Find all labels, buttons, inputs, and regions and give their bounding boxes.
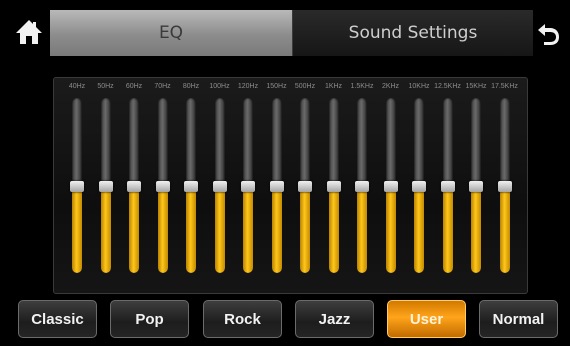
slider-thumb[interactable] [412,180,426,192]
preset-label: Pop [135,310,164,328]
back-button[interactable] [535,20,561,46]
band-freq-label: 10KHz [408,83,430,90]
preset-label: Classic [31,310,84,328]
band-freq-label: 40Hz [68,83,86,90]
slider-level-fill [214,185,225,273]
band-slider[interactable] [412,98,426,273]
slider-thumb[interactable] [127,180,141,192]
home-icon [16,20,42,44]
slider-level-fill [186,185,196,273]
slider-level-fill [271,185,282,273]
slider-thumb[interactable] [497,180,512,192]
band-freq-label: 12.5KHz [434,83,461,90]
preset-bar: Classic Pop Rock Jazz User Normal [0,300,570,340]
slider-level-fill [414,185,424,273]
slider-level-fill [499,185,510,273]
preset-label: Normal [492,310,545,328]
slider-thumb[interactable] [298,180,312,192]
home-button[interactable] [14,18,44,46]
band-slider[interactable] [269,98,284,273]
band-slider[interactable] [127,98,141,273]
band-freq-label: 120Hz [237,83,259,90]
band-freq-label: 100Hz [209,83,230,90]
slider-thumb[interactable] [241,180,255,192]
tab-sound-settings[interactable]: Sound Settings [292,10,533,56]
preset-pop-button[interactable]: Pop [110,300,189,338]
band-slider[interactable] [298,98,312,273]
band-freq-label: 70Hz [154,83,171,90]
slider-thumb[interactable] [70,180,84,192]
slider-level-fill [442,185,453,273]
slider-level-fill [357,185,367,273]
tab-eq-label: EQ [158,23,184,43]
band-slider[interactable] [70,98,84,273]
slider-level-fill [328,185,339,273]
back-arrow-icon [538,24,559,45]
band-slider[interactable] [155,98,170,273]
band-slider[interactable] [326,98,341,273]
slider-level-fill [471,185,481,273]
top-bar: EQ Sound Settings [0,0,570,68]
band-freq-label: 17.5KHz [491,83,518,90]
slider-thumb[interactable] [383,180,398,192]
preset-rock-button[interactable]: Rock [203,300,282,338]
slider-level-fill [157,185,168,273]
preset-label: Jazz [318,310,351,328]
band-slider[interactable] [355,98,369,273]
band-freq-label: 2KHz [381,83,400,90]
band-freq-label: 1.5KHz [350,83,374,90]
band-slider[interactable] [469,98,483,273]
slider-thumb[interactable] [355,180,369,192]
band-freq-label: 50Hz [97,83,114,90]
band-slider[interactable] [497,98,512,273]
band-freq-label: 500Hz [294,83,316,90]
preset-classic-button[interactable]: Classic [18,300,97,338]
tab-sound-settings-label: Sound Settings [348,23,478,43]
band-slider[interactable] [383,98,398,273]
preset-label: User [409,310,444,328]
band-freq-label: 15KHz [465,83,487,90]
slider-thumb[interactable] [269,180,284,192]
preset-user-button[interactable]: User [387,300,466,338]
band-slider[interactable] [212,98,227,273]
slider-level-fill [129,185,139,273]
slider-thumb[interactable] [440,180,455,192]
band-slider[interactable] [184,98,198,273]
slider-thumb[interactable] [212,180,227,192]
equalizer-panel: 40Hz 50Hz 60Hz 70Hz 80Hz 100Hz 120Hz 150Hz 500Hz… [53,77,528,294]
band-freq-label: 80Hz [182,83,200,90]
band-slider[interactable] [440,98,455,273]
slider-level-fill [100,185,111,273]
slider-level-fill [300,185,310,273]
band-freq-label: 150Hz [266,83,287,90]
preset-jazz-button[interactable]: Jazz [295,300,374,338]
band-freq-label: 60Hz [125,83,143,90]
slider-thumb[interactable] [326,180,341,192]
slider-thumb[interactable] [98,180,113,192]
slider-thumb[interactable] [155,180,170,192]
slider-thumb[interactable] [184,180,198,192]
tab-eq[interactable]: EQ [50,10,292,56]
band-slider[interactable] [241,98,255,273]
slider-level-fill [72,185,82,273]
band-freq-label: 1KHz [324,83,343,90]
preset-label: Rock [224,310,261,328]
preset-normal-button[interactable]: Normal [479,300,558,338]
slider-thumb[interactable] [469,180,483,192]
slider-level-fill [243,185,253,273]
band-slider[interactable] [98,98,113,273]
slider-level-fill [385,185,396,273]
